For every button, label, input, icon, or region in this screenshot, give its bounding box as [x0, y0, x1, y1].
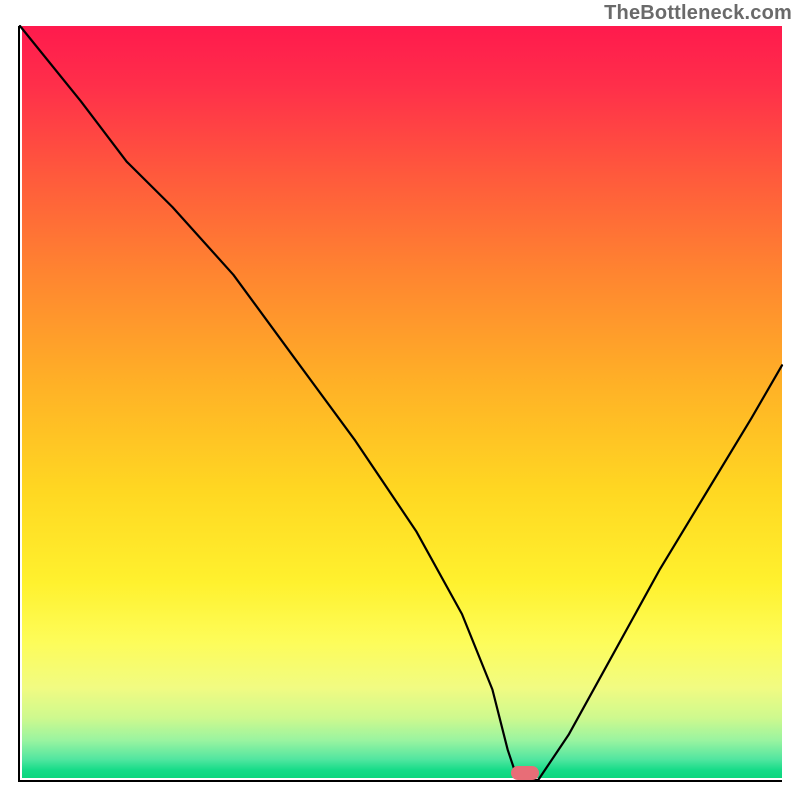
bottleneck-curve [20, 26, 782, 780]
curve-svg [20, 26, 782, 780]
watermark-text: TheBottleneck.com [604, 2, 792, 25]
chart-canvas: TheBottleneck.com [0, 0, 800, 800]
optimum-marker [511, 766, 539, 780]
plot-area [18, 26, 782, 782]
